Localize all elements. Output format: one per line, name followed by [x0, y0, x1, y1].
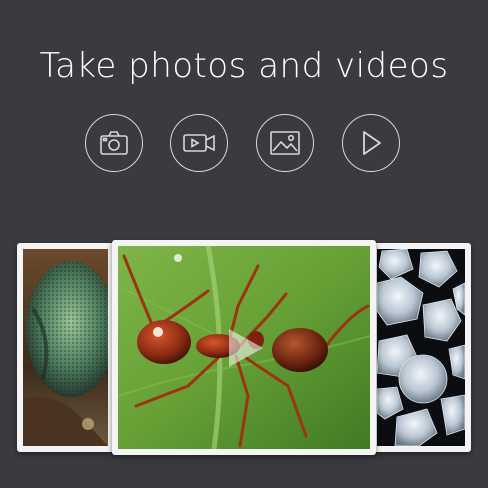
- record-video-button[interactable]: [170, 114, 228, 172]
- page-title: Take photos and videos: [39, 46, 449, 86]
- video-play-overlay[interactable]: [221, 325, 267, 371]
- image-gallery-icon: [269, 130, 301, 156]
- gallery-thumbnail-right[interactable]: [371, 243, 471, 452]
- video-camera-icon: [182, 131, 216, 155]
- play-button[interactable]: [342, 114, 400, 172]
- gallery-thumbnail-left[interactable]: [17, 243, 114, 452]
- play-icon: [229, 328, 263, 367]
- play-icon: [358, 129, 384, 157]
- take-photo-button[interactable]: [85, 114, 143, 172]
- action-button-row: [0, 114, 488, 176]
- insect-eye-photo: [23, 249, 108, 446]
- camera-icon: [99, 130, 129, 156]
- red-ant-on-leaf-photo: [118, 246, 370, 449]
- open-gallery-button[interactable]: [256, 114, 314, 172]
- salt-crystals-photo: [377, 249, 465, 446]
- gallery-featured-video[interactable]: [112, 240, 376, 455]
